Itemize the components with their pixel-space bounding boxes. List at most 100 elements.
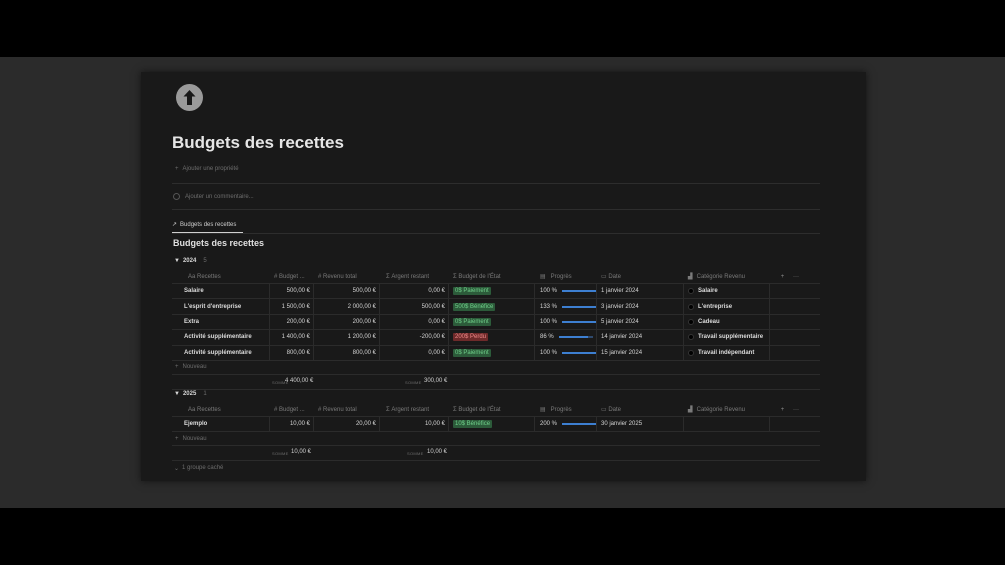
row-date[interactable]: 5 janvier 2024 (597, 314, 684, 330)
column-header-budget[interactable]: # Budget ... (270, 270, 314, 283)
column-header-category[interactable]: ▟ Catégorie Revenu (684, 270, 770, 283)
row-state: 0$ Paiement (449, 284, 535, 299)
hidden-groups-toggle[interactable]: ⌄ 1 groupe caché (174, 465, 223, 472)
row-category[interactable]: Salaire (684, 284, 770, 299)
page-icon (688, 288, 694, 295)
progress-bar (562, 290, 596, 293)
add-comment-field[interactable]: Ajouter un commentaire... (173, 193, 254, 200)
progress-fill (562, 423, 596, 426)
row-progress: 100 % (535, 284, 597, 299)
row-date[interactable]: 14 janvier 2024 (597, 330, 684, 345)
more-options-icon[interactable]: ··· (788, 270, 804, 283)
progress-fill (562, 305, 596, 308)
row-category[interactable]: L'entreprise (684, 299, 770, 314)
column-header-date[interactable]: ▭ Date (597, 403, 684, 416)
row-date[interactable]: 1 janvier 2024 (597, 284, 684, 299)
row-budget[interactable]: 10,00 € (270, 417, 314, 432)
column-header-revenue[interactable]: # Revenu total (314, 403, 380, 416)
row-name[interactable]: Activité supplémentaire (172, 330, 270, 345)
table-2025: Aa Recettes # Budget ... # Revenu total … (172, 403, 820, 462)
table-row[interactable]: Salaire 500,00 € 500,00 € 0,00 € 0$ Paie… (172, 284, 820, 300)
column-header-budget[interactable]: # Budget ... (270, 403, 314, 416)
sum-budget[interactable]: 10,00 € (291, 449, 311, 455)
row-name[interactable]: Activité supplémentaire (172, 345, 270, 360)
column-header-name[interactable]: Aa Recettes (172, 403, 270, 416)
database-title[interactable]: Budgets des recettes (173, 238, 264, 248)
state-badge: 0$ Paiement (453, 348, 491, 357)
sum-budget[interactable]: 4 400,00 € (285, 378, 313, 384)
sum-remaining[interactable]: 10,00 € (427, 449, 447, 455)
table-row[interactable]: Ejemplo 10,00 € 20,00 € 10,00 € 10$ Béné… (172, 417, 820, 433)
page-icon (688, 303, 694, 310)
row-name[interactable]: L'esprit d'entreprise (172, 299, 270, 314)
sum-label: SOMME (405, 379, 422, 385)
add-property-button[interactable]: + Ajouter une propriété (175, 166, 239, 172)
progress-icon: ▤ (540, 274, 546, 280)
category-label: Travail indépendant (698, 349, 755, 356)
row-state: 200$ Perdu (449, 330, 535, 345)
row-name[interactable]: Extra (172, 314, 270, 330)
tab-budgets-des-recettes[interactable]: ↗ Budgets des recettes (172, 221, 243, 233)
table-row[interactable]: L'esprit d'entreprise 1 500,00 € 2 000,0… (172, 299, 820, 315)
row-name[interactable]: Ejemplo (172, 417, 270, 432)
column-header-date[interactable]: ▭ Date (597, 270, 684, 283)
row-budget[interactable]: 800,00 € (270, 345, 314, 360)
row-date[interactable]: 15 janvier 2024 (597, 345, 684, 360)
progress-bar (558, 336, 593, 339)
row-category[interactable]: Travail supplémentaire (684, 330, 770, 345)
column-header-state[interactable]: Σ Budget de l'État (449, 403, 535, 416)
row-revenue[interactable]: 200,00 € (314, 314, 380, 330)
table-row[interactable]: Extra 200,00 € 200,00 € 0,00 € 0$ Paieme… (172, 314, 820, 331)
row-budget[interactable]: 1 400,00 € (270, 330, 314, 345)
new-row-button[interactable]: + Nouveau (172, 361, 820, 375)
progress-percent: 100 % (540, 318, 558, 325)
triangle-down-icon: ▼ (174, 258, 180, 264)
group-header-2025[interactable]: ▼ 2025 1 (174, 391, 207, 397)
column-header-category[interactable]: ▟ Catégorie Revenu (684, 403, 770, 416)
column-header-progress[interactable]: ▤ Progrès (535, 403, 597, 416)
more-options-icon[interactable]: ··· (788, 403, 804, 416)
row-date[interactable]: 30 janvier 2025 (597, 417, 684, 432)
row-revenue[interactable]: 1 200,00 € (314, 330, 380, 345)
group-header-2024[interactable]: ▼ 2024 5 (174, 258, 207, 264)
row-category[interactable]: Cadeau (684, 314, 770, 330)
row-budget[interactable]: 200,00 € (270, 314, 314, 330)
row-remaining: 0,00 € (380, 284, 449, 299)
sum-remaining[interactable]: 300,00 € (424, 378, 447, 384)
row-category[interactable] (684, 417, 770, 432)
column-header-revenue[interactable]: # Revenu total (314, 270, 380, 283)
column-header-remaining[interactable]: Σ Argent restant (380, 403, 449, 416)
table-row[interactable]: Activité supplémentaire 800,00 € 800,00 … (172, 345, 820, 361)
progress-percent: 100 % (540, 349, 558, 356)
row-remaining: 500,00 € (380, 299, 449, 314)
row-revenue[interactable]: 2 000,00 € (314, 299, 380, 314)
state-badge: 0$ Paiement (453, 317, 491, 326)
row-category[interactable]: Travail indépendant (684, 345, 770, 360)
column-header-name[interactable]: Aa Recettes (172, 270, 270, 283)
row-date[interactable]: 3 janvier 2024 (597, 299, 684, 314)
row-revenue[interactable]: 800,00 € (314, 345, 380, 360)
row-revenue[interactable]: 20,00 € (314, 417, 380, 432)
group-name: 2025 (182, 391, 197, 397)
group-name: 2024 (182, 258, 197, 264)
add-property-label: Ajouter une propriété (182, 166, 239, 172)
column-header-remaining[interactable]: Σ Argent restant (380, 270, 449, 283)
row-remaining: -200,00 € (380, 330, 449, 345)
row-budget[interactable]: 1 500,00 € (270, 299, 314, 314)
relation-icon: ▟ (688, 407, 693, 413)
row-budget[interactable]: 500,00 € (270, 284, 314, 299)
column-header-progress[interactable]: ▤ Progrès (535, 270, 597, 283)
new-row-button[interactable]: + Nouveau (172, 432, 820, 447)
plus-icon: + (175, 435, 179, 442)
table-row[interactable]: Activité supplémentaire 1 400,00 € 1 200… (172, 330, 820, 346)
page-title[interactable]: Budgets des recettes (172, 133, 344, 153)
row-revenue[interactable]: 500,00 € (314, 284, 380, 299)
category-label: L'entreprise (698, 303, 733, 310)
row-remaining: 0,00 € (380, 345, 449, 360)
row-state: 0$ Paiement (449, 345, 535, 360)
column-header-state[interactable]: Σ Budget de l'État (449, 270, 535, 283)
add-comment-placeholder: Ajouter un commentaire... (185, 193, 254, 200)
row-name[interactable]: Salaire (172, 284, 270, 299)
state-badge: 500$ Bénéfice (453, 302, 496, 311)
arrow-up-circle-icon[interactable] (176, 84, 203, 111)
